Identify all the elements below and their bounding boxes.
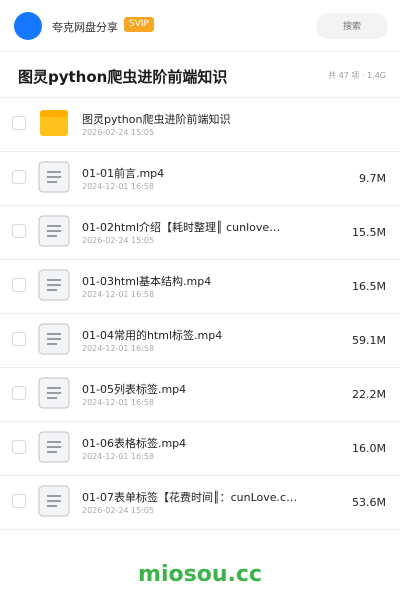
file-size: 9.7M — [359, 172, 386, 185]
list-item[interactable]: 01-06表格标签.mp4 2024-12-01 16:58 16.0M — [0, 422, 400, 476]
list-item[interactable]: 01-07表单标签【花费时间║：cunLove.c… 2026-02-24 15… — [0, 476, 400, 530]
sharer-name: 夸克网盘分享 — [52, 21, 118, 34]
file-name: 01-03html基本结构.mp4 — [82, 275, 212, 288]
file-name: 01-04常用的html标签.mp4 — [82, 329, 223, 342]
file-date: 2024-12-01 16:58 — [82, 182, 155, 191]
file-size: 16.5M — [352, 280, 386, 293]
video-file-icon — [38, 485, 70, 517]
file-list: 图灵python爬虫进阶前端知识 2026-02-24 15:05 01-01前… — [0, 98, 400, 530]
file-date: 2024-12-01 16:58 — [82, 344, 155, 353]
file-date: 2026-02-24 15:05 — [82, 506, 155, 515]
row-checkbox[interactable] — [12, 440, 26, 454]
search-input[interactable] — [316, 13, 388, 39]
list-item[interactable]: 01-02html介绍【耗时整理║ cunlove… 2026-02-24 15… — [0, 206, 400, 260]
file-name: 01-06表格标签.mp4 — [82, 437, 187, 450]
video-file-icon — [38, 161, 70, 193]
list-item[interactable]: 01-03html基本结构.mp4 2024-12-01 16:58 16.5M — [0, 260, 400, 314]
page-title: 图灵python爬虫进阶前端知识 — [18, 68, 228, 86]
file-size: 59.1M — [352, 334, 386, 347]
watermark: miosou.cc — [138, 562, 262, 587]
row-checkbox[interactable] — [12, 170, 26, 184]
file-name: 01-01前言.mp4 — [82, 167, 165, 180]
file-date: 2024-12-01 16:58 — [82, 290, 155, 299]
video-file-icon — [38, 323, 70, 355]
video-file-icon — [38, 377, 70, 409]
file-name: 01-07表单标签【花费时间║：cunLove.c… — [82, 491, 298, 504]
video-file-icon — [38, 215, 70, 247]
list-item[interactable]: 01-01前言.mp4 2024-12-01 16:58 9.7M — [0, 152, 400, 206]
row-checkbox[interactable] — [12, 494, 26, 508]
file-date: 2024-12-01 16:58 — [82, 398, 155, 407]
file-size: 15.5M — [352, 226, 386, 239]
file-name: 图灵python爬虫进阶前端知识 — [82, 113, 231, 126]
row-checkbox[interactable] — [12, 386, 26, 400]
row-checkbox[interactable] — [12, 332, 26, 346]
avatar[interactable] — [14, 12, 42, 40]
svip-badge: SVIP — [124, 17, 154, 32]
video-file-icon — [38, 269, 70, 301]
folder-icon — [40, 110, 68, 136]
file-date: 2026-02-24 15:05 — [82, 128, 155, 137]
folder-header: 图灵python爬虫进阶前端知识 共 47 项 · 1.4G — [0, 52, 400, 98]
file-size: 16.0M — [352, 442, 386, 455]
row-checkbox[interactable] — [12, 224, 26, 238]
file-size: 22.2M — [352, 388, 386, 401]
row-checkbox[interactable] — [12, 116, 26, 130]
list-item[interactable]: 01-04常用的html标签.mp4 2024-12-01 16:58 59.1… — [0, 314, 400, 368]
video-file-icon — [38, 431, 70, 463]
folder-summary: 共 47 项 · 1.4G — [328, 71, 386, 80]
top-bar: 夸克网盘分享 SVIP — [0, 0, 400, 52]
file-size: 53.6M — [352, 496, 386, 509]
file-name: 01-05列表标签.mp4 — [82, 383, 187, 396]
file-date: 2024-12-01 16:58 — [82, 452, 155, 461]
file-date: 2026-02-24 15:05 — [82, 236, 155, 245]
file-name: 01-02html介绍【耗时整理║ cunlove… — [82, 221, 281, 234]
list-item[interactable]: 图灵python爬虫进阶前端知识 2026-02-24 15:05 — [0, 98, 400, 152]
list-item[interactable]: 01-05列表标签.mp4 2024-12-01 16:58 22.2M — [0, 368, 400, 422]
row-checkbox[interactable] — [12, 278, 26, 292]
